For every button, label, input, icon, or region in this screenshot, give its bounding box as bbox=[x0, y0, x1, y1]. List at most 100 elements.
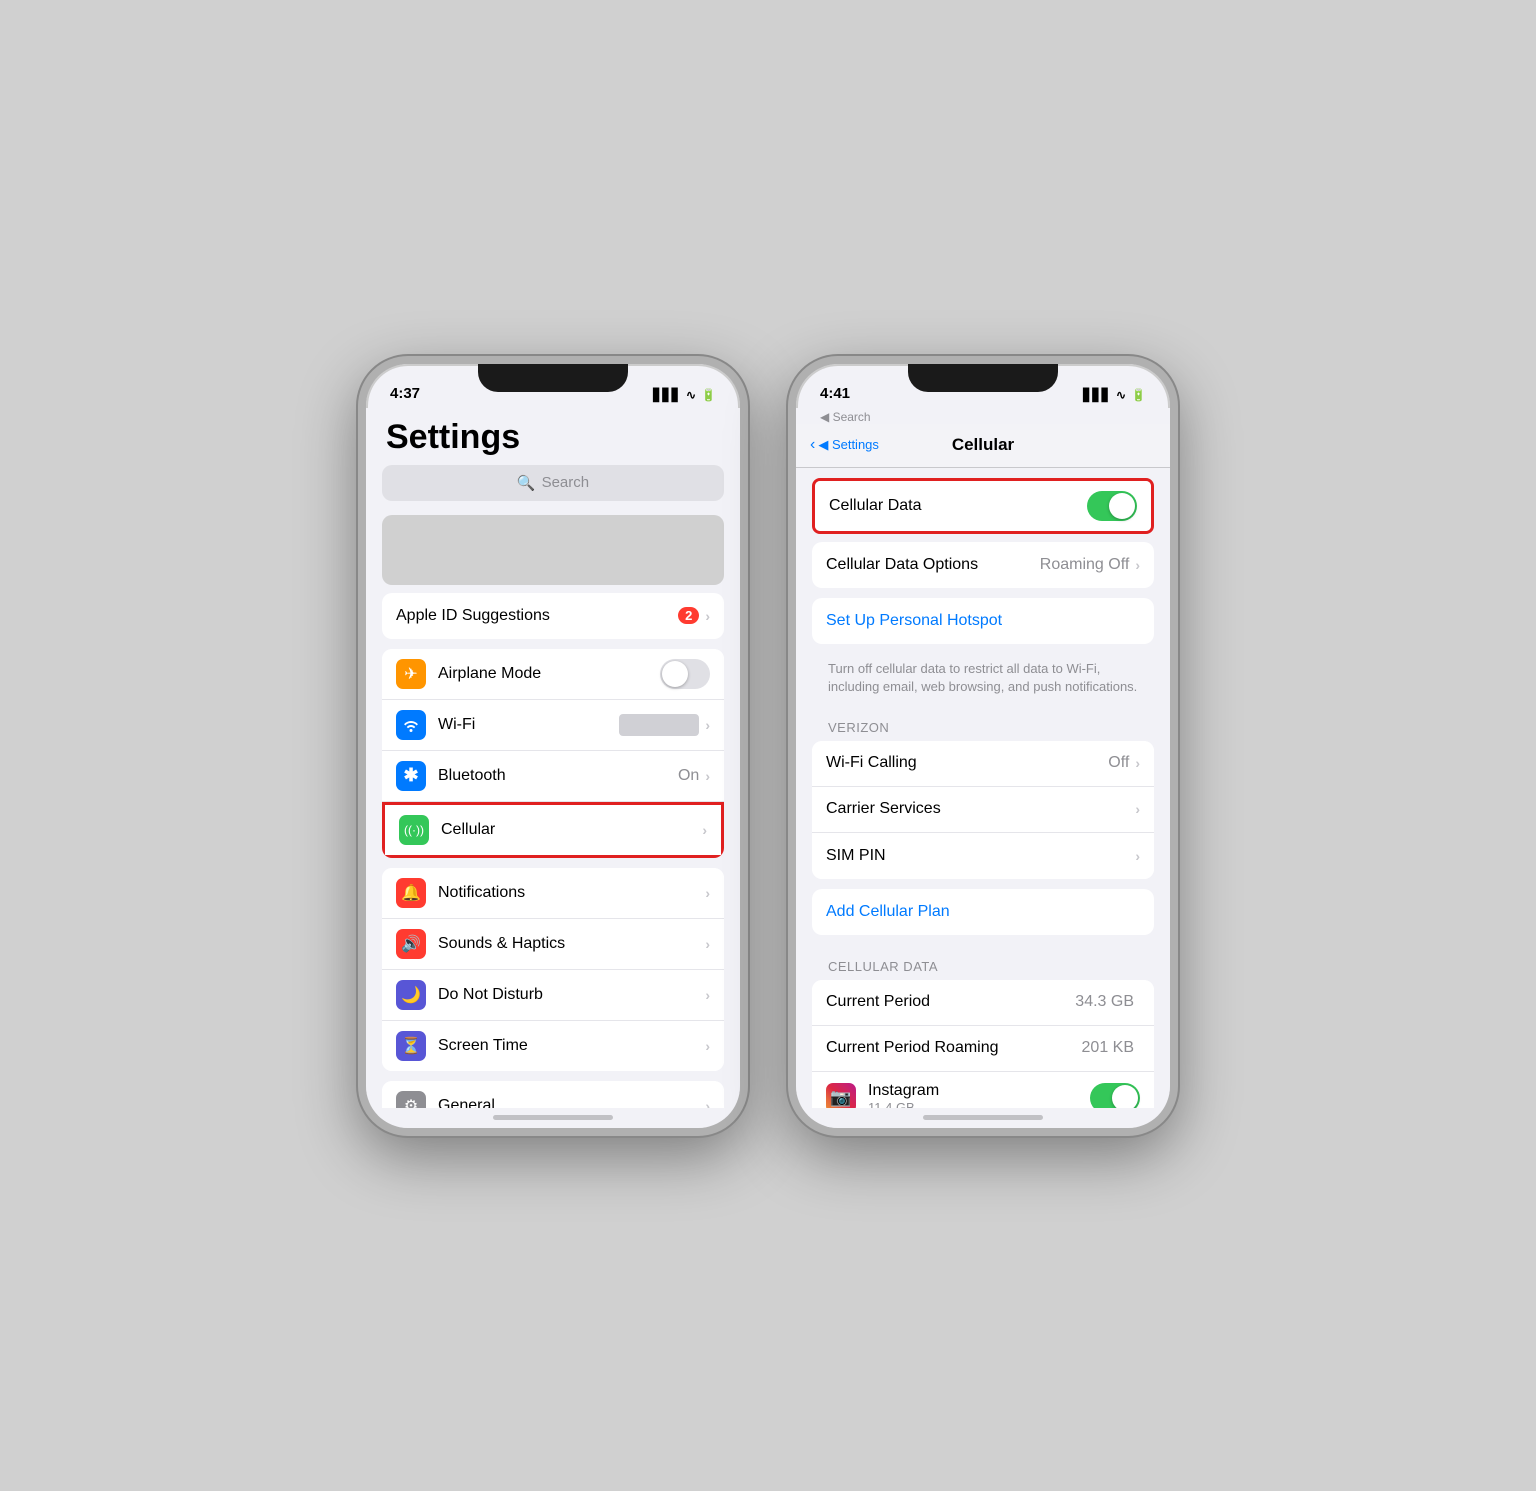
notifications-label: Notifications bbox=[438, 884, 705, 902]
cellular-chevron: › bbox=[702, 822, 707, 838]
wifi-status-icon-right: ∿ bbox=[1116, 388, 1126, 402]
time-left: 4:37 bbox=[390, 385, 420, 402]
cellular-data-options-group: Cellular Data Options Roaming Off › bbox=[812, 542, 1154, 588]
sounds-item[interactable]: 🔊 Sounds & Haptics › bbox=[382, 919, 724, 970]
airplane-icon: ✈ bbox=[396, 659, 426, 689]
screentime-item[interactable]: ⏳ Screen Time › bbox=[382, 1021, 724, 1071]
signal-icon-right: ▋▋▋ bbox=[1083, 388, 1111, 402]
notifications-item[interactable]: 🔔 Notifications › bbox=[382, 868, 724, 919]
airplane-label: Airplane Mode bbox=[438, 665, 660, 683]
wifi-chevron: › bbox=[705, 717, 710, 733]
search-back-label: ◀ Search bbox=[796, 408, 1170, 424]
wifi-calling-item[interactable]: Wi-Fi Calling Off › bbox=[812, 741, 1154, 787]
instagram-item[interactable]: 📷 Instagram 11.4 GB bbox=[812, 1072, 1154, 1108]
nav-back-label: ◀ Settings bbox=[818, 437, 879, 453]
cellular-item[interactable]: ((·)) Cellular › bbox=[385, 805, 721, 855]
cellular-data-toggle-item[interactable]: Cellular Data bbox=[815, 481, 1151, 531]
notif-chevron: › bbox=[705, 885, 710, 901]
home-indicator-left bbox=[366, 1108, 740, 1128]
general-chevron: › bbox=[705, 1098, 710, 1108]
cellular-data-group: Current Period 34.3 GB Current Period Ro… bbox=[812, 980, 1154, 1108]
wifi-icon bbox=[396, 710, 426, 740]
page-title: Settings bbox=[366, 408, 740, 465]
instagram-size: 11.4 GB bbox=[868, 1100, 1090, 1108]
add-plan-label[interactable]: Add Cellular Plan bbox=[826, 903, 1140, 921]
sim-chevron: › bbox=[1135, 848, 1140, 864]
hotspot-group: Set Up Personal Hotspot bbox=[812, 598, 1154, 644]
general-item[interactable]: ⚙ General › bbox=[382, 1081, 724, 1108]
sounds-label: Sounds & Haptics bbox=[438, 935, 705, 953]
cellular-data-options-item[interactable]: Cellular Data Options Roaming Off › bbox=[812, 542, 1154, 588]
bluetooth-label: Bluetooth bbox=[438, 767, 678, 785]
cellular-data-label: Cellular Data bbox=[829, 497, 1087, 515]
wifi-status-icon: ∿ bbox=[686, 388, 696, 402]
bluetooth-item[interactable]: ✱ Bluetooth On › bbox=[382, 751, 724, 802]
carrier-services-label: Carrier Services bbox=[826, 800, 1135, 818]
sounds-icon: 🔊 bbox=[396, 929, 426, 959]
cellular-data-toggle[interactable] bbox=[1087, 491, 1137, 521]
cellular-data-highlight: Cellular Data bbox=[812, 478, 1154, 534]
status-icons-left: ▋▋▋ ∿ 🔋 bbox=[653, 388, 716, 402]
apple-id-group: Apple ID Suggestions 2 › bbox=[382, 593, 724, 639]
verizon-group: Wi-Fi Calling Off › Carrier Services › S… bbox=[812, 741, 1154, 879]
search-bar[interactable]: 🔍 Search bbox=[382, 465, 724, 501]
current-period-roaming-value: 201 KB bbox=[1082, 1039, 1134, 1057]
current-period-value: 34.3 GB bbox=[1075, 993, 1134, 1011]
left-phone: 4:37 ▋▋▋ ∿ 🔋 Settings 🔍 Search Apple ID … bbox=[358, 356, 748, 1136]
sounds-chevron: › bbox=[705, 936, 710, 952]
cellular-icon: ((·)) bbox=[399, 815, 429, 845]
apple-id-suggestions-item[interactable]: Apple ID Suggestions 2 › bbox=[382, 593, 724, 639]
battery-icon: 🔋 bbox=[701, 388, 716, 402]
cdo-chevron: › bbox=[1135, 557, 1140, 573]
hotspot-item[interactable]: Set Up Personal Hotspot bbox=[812, 598, 1154, 644]
wifi-label: Wi-Fi bbox=[438, 716, 619, 734]
bluetooth-icon: ✱ bbox=[396, 761, 426, 791]
nav-title: Cellular bbox=[952, 435, 1014, 455]
instagram-icon: 📷 bbox=[826, 1083, 856, 1107]
signal-icon: ▋▋▋ bbox=[653, 388, 681, 402]
instagram-info: Instagram 11.4 GB bbox=[868, 1082, 1090, 1108]
cellular-scroll[interactable]: Cellular Data Cellular Data Options Roam… bbox=[796, 468, 1170, 1108]
dnd-item[interactable]: 🌙 Do Not Disturb › bbox=[382, 970, 724, 1021]
battery-icon-right: 🔋 bbox=[1131, 388, 1146, 402]
airplane-toggle[interactable] bbox=[660, 659, 710, 689]
dnd-icon: 🌙 bbox=[396, 980, 426, 1010]
sim-pin-label: SIM PIN bbox=[826, 847, 1135, 865]
cellular-data-options-value: Roaming Off bbox=[1040, 556, 1130, 574]
cellular-data-options-label: Cellular Data Options bbox=[826, 556, 1040, 574]
instagram-toggle[interactable] bbox=[1090, 1083, 1140, 1107]
current-period-label: Current Period bbox=[826, 993, 1075, 1011]
current-period-item: Current Period 34.3 GB bbox=[812, 980, 1154, 1026]
hotspot-description: Turn off cellular data to restrict all d… bbox=[796, 654, 1170, 706]
general-icon: ⚙ bbox=[396, 1091, 426, 1108]
instagram-name: Instagram bbox=[868, 1082, 1090, 1100]
cs-chevron: › bbox=[1135, 801, 1140, 817]
settings-screen: Settings 🔍 Search Apple ID Suggestions 2… bbox=[366, 408, 740, 1128]
screentime-icon: ⏳ bbox=[396, 1031, 426, 1061]
nav-back-chevron: ‹ bbox=[810, 436, 815, 454]
settings-scroll[interactable]: Settings 🔍 Search Apple ID Suggestions 2… bbox=[366, 408, 740, 1108]
hotspot-link[interactable]: Set Up Personal Hotspot bbox=[826, 612, 1140, 630]
current-period-roaming-label: Current Period Roaming bbox=[826, 1039, 1082, 1057]
notch bbox=[478, 364, 628, 392]
search-back-chevron: ◀ bbox=[820, 410, 829, 424]
apple-id-banner[interactable] bbox=[382, 515, 724, 585]
screentime-chevron: › bbox=[705, 1038, 710, 1054]
chevron-icon: › bbox=[705, 608, 710, 624]
add-plan-item[interactable]: Add Cellular Plan bbox=[812, 889, 1154, 935]
cellular-highlight-border: ((·)) Cellular › bbox=[382, 802, 724, 858]
carrier-services-item[interactable]: Carrier Services › bbox=[812, 787, 1154, 833]
current-period-roaming-item: Current Period Roaming 201 KB bbox=[812, 1026, 1154, 1072]
airplane-mode-item[interactable]: ✈ Airplane Mode bbox=[382, 649, 724, 700]
wifi-calling-chevron: › bbox=[1135, 755, 1140, 771]
nav-bar-cellular: ‹ ◀ Settings Cellular bbox=[796, 424, 1170, 468]
apple-id-label: Apple ID Suggestions bbox=[396, 607, 678, 625]
search-icon: 🔍 bbox=[517, 474, 536, 492]
wifi-item[interactable]: Wi-Fi › bbox=[382, 700, 724, 751]
notch-right bbox=[908, 364, 1058, 392]
wifi-calling-label: Wi-Fi Calling bbox=[826, 754, 1108, 772]
sim-pin-item[interactable]: SIM PIN › bbox=[812, 833, 1154, 879]
home-indicator-right bbox=[796, 1108, 1170, 1128]
notifications-group: 🔔 Notifications › 🔊 Sounds & Haptics › 🌙… bbox=[382, 868, 724, 1071]
nav-back-button[interactable]: ‹ ◀ Settings bbox=[810, 436, 879, 454]
